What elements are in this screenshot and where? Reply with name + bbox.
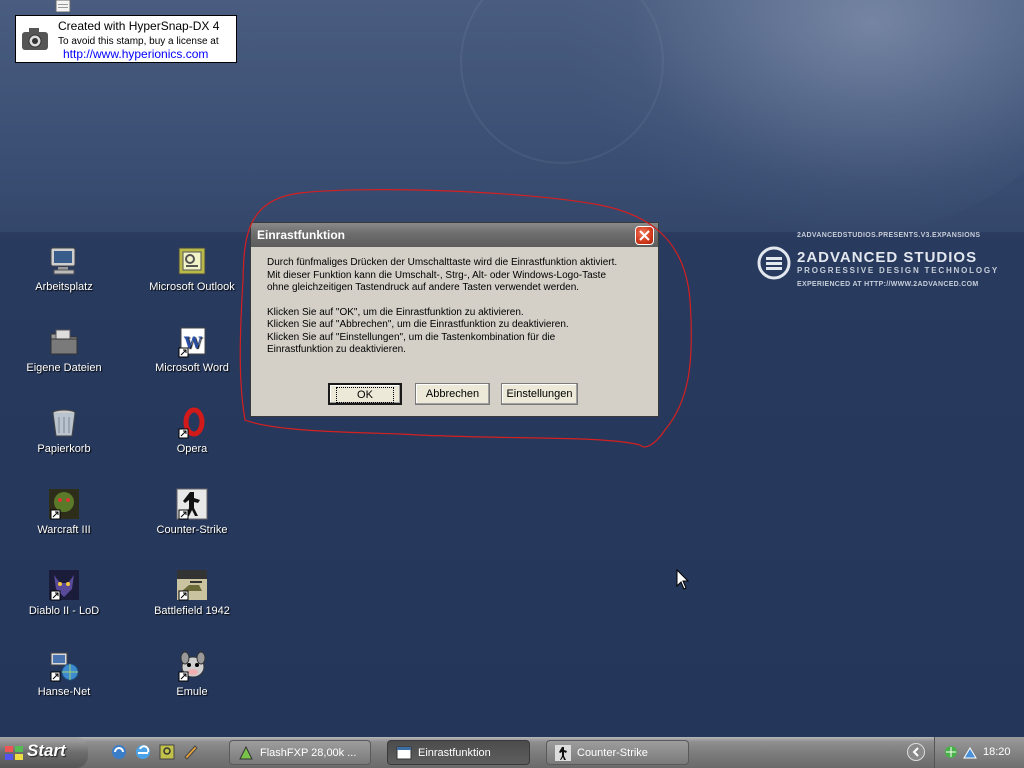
hypersnap-stamp: Created with HyperSnap-DX 4 To avoid thi… bbox=[15, 15, 237, 63]
desktop-icon-label: Hanse-Net bbox=[37, 686, 91, 698]
outlook-icon bbox=[178, 247, 206, 275]
warcraft-icon bbox=[49, 489, 79, 520]
brand-url: EXPERIENCED AT HTTP://WWW.2ADVANCED.COM bbox=[797, 281, 979, 288]
desktop-icon-papierkorb[interactable]: Papierkorb bbox=[9, 407, 119, 455]
windows-logo-icon bbox=[5, 746, 23, 760]
dialog-title: Einrastfunktion bbox=[257, 228, 346, 242]
desktop-icon-diablo[interactable]: Diablo II - LoD bbox=[9, 569, 119, 617]
cancel-button[interactable]: Abbrechen bbox=[415, 383, 490, 405]
task-label: Einrastfunktion bbox=[418, 747, 491, 759]
clock[interactable]: 18:20 bbox=[983, 746, 1011, 758]
sticky-keys-dialog: Einrastfunktion Durch fünfmaliges Drücke… bbox=[250, 222, 659, 417]
dialog-paragraph-1: Durch fünfmaliges Drücken der Umschaltta… bbox=[267, 257, 618, 293]
ok-button[interactable]: OK bbox=[328, 383, 402, 405]
tray-app-icon[interactable] bbox=[943, 744, 959, 760]
dialog-titlebar[interactable]: Einrastfunktion bbox=[251, 223, 658, 247]
desktop-icon-outlook[interactable]: Microsoft Outlook bbox=[137, 245, 247, 293]
desktop-icon-battlefield[interactable]: Battlefield 1942 bbox=[137, 569, 247, 617]
counter-strike-icon bbox=[555, 745, 571, 761]
folder-icon bbox=[50, 329, 78, 355]
stamp-line-1: Created with HyperSnap-DX 4 bbox=[58, 19, 220, 33]
battlefield-icon bbox=[177, 570, 207, 601]
desktop-icon-label: Counter-Strike bbox=[156, 524, 228, 536]
dialog-message: Durch fünfmaliges Drücken der Umschaltta… bbox=[267, 257, 652, 369]
task-counter-strike[interactable]: Counter-Strike bbox=[546, 740, 689, 765]
flashfxp-icon bbox=[239, 745, 253, 760]
desktop-icon-word[interactable]: W Microsoft Word bbox=[137, 326, 247, 374]
desktop-icon-label: Arbeitsplatz bbox=[35, 281, 93, 293]
desktop-icon-label: Battlefield 1942 bbox=[154, 605, 230, 617]
word-icon: W bbox=[178, 327, 206, 358]
stamp-link: http://www.hyperionics.com bbox=[63, 47, 209, 61]
network-status-icon[interactable] bbox=[962, 744, 978, 760]
dialog-paragraph-2: Klicken Sie auf "OK", um die Einrastfunk… bbox=[267, 306, 569, 356]
desktop-icon-hanse-net[interactable]: Hanse-Net bbox=[9, 650, 119, 698]
start-button[interactable]: Start bbox=[0, 737, 88, 768]
task-label: Counter-Strike bbox=[577, 747, 648, 759]
close-icon bbox=[639, 230, 650, 241]
notepad-icon[interactable] bbox=[55, 0, 71, 12]
desktop-icon-label: Eigene Dateien bbox=[26, 362, 102, 374]
taskbar: Start FlashFXP 28,00k ... Einrastfunktio… bbox=[0, 737, 1024, 768]
desktop-icon-eigene-dateien[interactable]: Eigene Dateien bbox=[9, 326, 119, 374]
tray-expand-button[interactable] bbox=[907, 743, 925, 761]
desktop-icon-label: Emule bbox=[176, 686, 208, 698]
window-icon bbox=[396, 746, 412, 760]
stamp-line-2: To avoid this stamp, buy a license at bbox=[58, 36, 219, 47]
desktop-icon-label: Diablo II - LoD bbox=[28, 605, 100, 617]
desktop-icon-label: Microsoft Outlook bbox=[149, 281, 235, 293]
settings-button[interactable]: Einstellungen bbox=[501, 383, 578, 405]
emule-icon bbox=[178, 651, 206, 682]
task-flashfxp[interactable]: FlashFXP 28,00k ... bbox=[229, 740, 371, 765]
internet-explorer-icon[interactable] bbox=[134, 743, 152, 761]
2advanced-logo-icon bbox=[757, 246, 791, 280]
brand-name: 2ADVANCED STUDIOS bbox=[797, 249, 978, 266]
opera-icon bbox=[178, 407, 205, 439]
desktop-icon-opera[interactable]: Opera bbox=[137, 407, 247, 455]
task-label: FlashFXP 28,00k ... bbox=[260, 747, 357, 759]
desktop-icon-label: Warcraft III bbox=[37, 524, 91, 536]
close-button[interactable] bbox=[635, 226, 654, 245]
desktop-icon-arbeitsplatz[interactable]: Arbeitsplatz bbox=[9, 245, 119, 293]
desktop-icon-counter-strike[interactable]: Counter-Strike bbox=[137, 488, 247, 536]
desktop-icon-emule[interactable]: Emule bbox=[137, 650, 247, 698]
mouse-pointer-icon bbox=[676, 569, 690, 590]
brand-presents: 2ADVANCEDSTUDIOS.PRESENTS.V3.EXPANSIONS bbox=[797, 232, 981, 239]
desktop-icon-warcraft[interactable]: Warcraft III bbox=[9, 488, 119, 536]
network-icon bbox=[50, 652, 79, 682]
winamp-icon[interactable] bbox=[182, 743, 200, 761]
task-einrastfunktion[interactable]: Einrastfunktion bbox=[387, 740, 530, 765]
outlook-express-icon[interactable] bbox=[110, 743, 128, 761]
start-label: Start bbox=[27, 741, 66, 760]
desktop-icon-label: Papierkorb bbox=[37, 443, 91, 455]
desktop-icon-label: Opera bbox=[176, 443, 208, 455]
recycle-bin-icon bbox=[52, 409, 76, 437]
camera-icon bbox=[22, 28, 48, 50]
desktop-icon-label: Microsoft Word bbox=[155, 362, 229, 374]
ok-button-label: OK bbox=[336, 387, 394, 403]
counter-strike-icon bbox=[176, 488, 208, 520]
brand-tagline: PROGRESSIVE DESIGN TECHNOLOGY bbox=[797, 266, 1000, 275]
outlook-quick-icon[interactable] bbox=[158, 743, 176, 761]
system-tray: 18:20 bbox=[934, 737, 1024, 768]
computer-icon bbox=[50, 247, 76, 275]
chevron-left-icon bbox=[912, 747, 919, 757]
diablo-icon bbox=[49, 570, 79, 601]
